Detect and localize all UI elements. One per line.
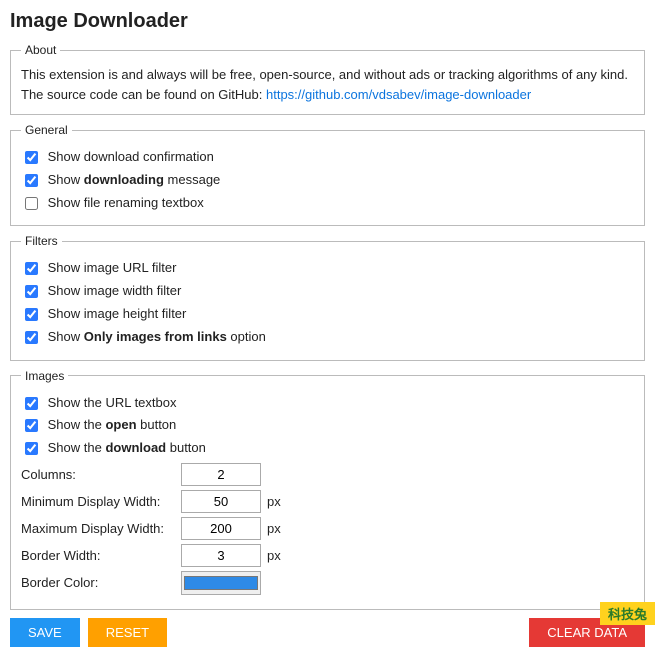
show-only-from-links-label-post: option xyxy=(227,329,266,344)
show-only-from-links-label-pre: Show xyxy=(48,329,84,344)
show-downloading-message-checkbox[interactable] xyxy=(25,174,38,187)
show-url-textbox-label: Show the URL textbox xyxy=(48,395,177,410)
about-source-link[interactable]: https://github.com/vdsabev/image-downloa… xyxy=(266,87,531,102)
images-legend: Images xyxy=(21,369,68,383)
watermark: 科技兔 xyxy=(600,602,655,625)
button-row: SAVE RESET CLEAR DATA xyxy=(10,618,645,647)
show-file-renaming-label: Show file renaming textbox xyxy=(48,195,204,210)
show-download-confirmation-checkbox[interactable] xyxy=(25,151,38,164)
show-download-button-label-pre: Show the xyxy=(48,440,106,455)
max-width-row: Maximum Display Width: px xyxy=(21,517,634,540)
show-url-textbox-checkbox[interactable] xyxy=(25,397,38,410)
show-file-renaming-checkbox[interactable] xyxy=(25,197,38,210)
min-width-unit: px xyxy=(267,494,281,509)
show-url-filter-checkbox[interactable] xyxy=(25,262,38,275)
border-color-row: Border Color: xyxy=(21,571,634,595)
columns-input[interactable] xyxy=(181,463,261,486)
show-open-button-label-bold: open xyxy=(105,417,136,432)
show-only-from-links-checkbox[interactable] xyxy=(25,331,38,344)
show-download-button-option[interactable]: Show the download button xyxy=(21,438,634,459)
show-height-filter-label: Show image height filter xyxy=(48,306,187,321)
reset-button[interactable]: RESET xyxy=(88,618,167,647)
show-downloading-message-label-post: message xyxy=(164,172,220,187)
show-download-button-label-bold: download xyxy=(105,440,166,455)
show-file-renaming-option[interactable]: Show file renaming textbox xyxy=(21,193,634,214)
show-open-button-label-post: button xyxy=(137,417,177,432)
filters-legend: Filters xyxy=(21,234,62,248)
max-width-label: Maximum Display Width: xyxy=(21,521,181,536)
max-width-unit: px xyxy=(267,521,281,536)
show-only-from-links-label-bold: Only images from links xyxy=(84,329,227,344)
show-url-filter-label: Show image URL filter xyxy=(48,260,177,275)
show-download-confirmation-label: Show download confirmation xyxy=(48,149,214,164)
columns-row: Columns: xyxy=(21,463,634,486)
border-width-unit: px xyxy=(267,548,281,563)
show-open-button-label-pre: Show the xyxy=(48,417,106,432)
min-width-row: Minimum Display Width: px xyxy=(21,490,634,513)
show-open-button-option[interactable]: Show the open button xyxy=(21,415,634,436)
save-button[interactable]: SAVE xyxy=(10,618,80,647)
general-fieldset: General Show download confirmation Show … xyxy=(10,123,645,226)
show-width-filter-label: Show image width filter xyxy=(48,283,182,298)
images-fieldset: Images Show the URL textbox Show the ope… xyxy=(10,369,645,610)
show-url-filter-option[interactable]: Show image URL filter xyxy=(21,258,634,279)
show-open-button-checkbox[interactable] xyxy=(25,419,38,432)
min-width-label: Minimum Display Width: xyxy=(21,494,181,509)
show-downloading-message-option[interactable]: Show downloading message xyxy=(21,170,634,191)
show-url-textbox-option[interactable]: Show the URL textbox xyxy=(21,393,634,414)
about-fieldset: About This extension is and always will … xyxy=(10,43,645,115)
show-download-button-checkbox[interactable] xyxy=(25,442,38,455)
general-legend: General xyxy=(21,123,72,137)
max-width-input[interactable] xyxy=(181,517,261,540)
show-downloading-message-label-pre: Show xyxy=(48,172,84,187)
show-height-filter-checkbox[interactable] xyxy=(25,308,38,321)
border-width-label: Border Width: xyxy=(21,548,181,563)
border-color-input[interactable] xyxy=(181,571,261,595)
about-source-prefix: The source code can be found on GitHub: xyxy=(21,87,266,102)
border-color-label: Border Color: xyxy=(21,575,181,590)
about-description: This extension is and always will be fre… xyxy=(21,67,628,82)
show-width-filter-checkbox[interactable] xyxy=(25,285,38,298)
about-legend: About xyxy=(21,43,60,57)
page-title: Image Downloader xyxy=(10,10,645,33)
show-only-from-links-option[interactable]: Show Only images from links option xyxy=(21,327,634,348)
min-width-input[interactable] xyxy=(181,490,261,513)
show-width-filter-option[interactable]: Show image width filter xyxy=(21,281,634,302)
columns-label: Columns: xyxy=(21,467,181,482)
filters-fieldset: Filters Show image URL filter Show image… xyxy=(10,234,645,360)
show-download-confirmation-option[interactable]: Show download confirmation xyxy=(21,147,634,168)
border-width-input[interactable] xyxy=(181,544,261,567)
border-width-row: Border Width: px xyxy=(21,544,634,567)
about-text: This extension is and always will be fre… xyxy=(21,65,634,104)
show-download-button-label-post: button xyxy=(166,440,206,455)
show-downloading-message-label-bold: downloading xyxy=(84,172,164,187)
show-height-filter-option[interactable]: Show image height filter xyxy=(21,304,634,325)
